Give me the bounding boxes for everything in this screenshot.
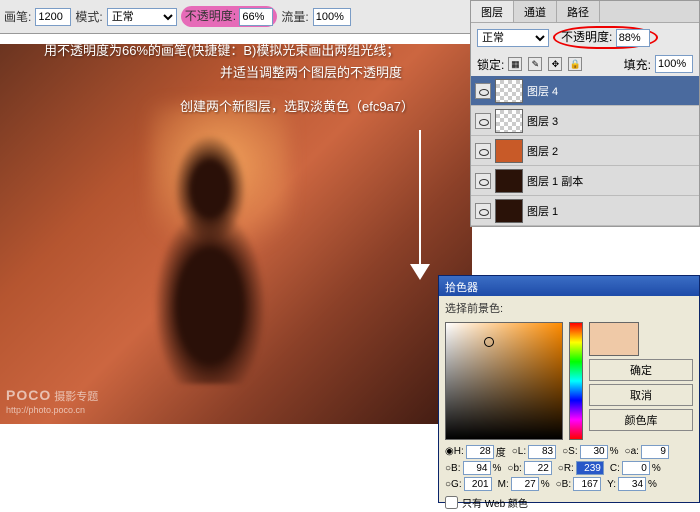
b-input[interactable] [524,461,552,475]
layer-item[interactable]: 图层 2 [471,136,699,166]
layer-opacity-label: 不透明度: [561,30,612,44]
layers-panel: 图层 通道 路径 正常 不透明度: 锁定: ▦ ✎ ✥ 🔒 填充: 图层 4 图… [470,0,700,227]
r-input[interactable] [576,461,604,475]
bb-input[interactable] [573,477,601,491]
layer-opacity-input[interactable] [616,29,650,47]
lock-brush-icon[interactable]: ✎ [528,57,542,71]
layer-name: 图层 3 [527,113,695,129]
annotation-3: 创建两个新图层，选取淡黄色（efc9a7） [180,96,414,115]
layer-item[interactable]: 图层 1 副本 [471,166,699,196]
lock-label: 锁定: [477,56,504,73]
c-input[interactable] [622,461,650,475]
g-label: ○G: [445,479,462,490]
cancel-button[interactable]: 取消 [589,384,693,406]
annotation-2: 并适当调整两个图层的不透明度 [220,62,402,81]
lock-all-icon[interactable]: 🔒 [568,57,582,71]
layer-item[interactable]: 图层 3 [471,106,699,136]
opacity-input[interactable] [239,8,273,26]
arrow-down-icon [410,130,430,280]
layer-name: 图层 1 [527,203,695,219]
layer-item[interactable]: 图层 4 [471,76,699,106]
ok-button[interactable]: 确定 [589,359,693,381]
opacity-label: 不透明度: [185,9,236,23]
s-input[interactable] [580,445,608,459]
layer-thumb [495,169,523,193]
visibility-icon[interactable] [475,83,491,99]
panel-tabs: 图层 通道 路径 [471,1,699,23]
r-label: ○R: [558,463,574,474]
flow-label: 流量: [281,8,308,25]
a-label: ○a: [625,446,639,457]
layer-opacity-highlight: 不透明度: [553,26,658,49]
color-lib-button[interactable]: 颜色库 [589,409,693,431]
color-field[interactable] [445,322,563,440]
b-label: ○b: [507,463,521,474]
bv-label: ○B: [445,463,461,474]
mode-label: 模式: [75,8,102,25]
bb-label: ○B: [556,479,572,490]
dialog-title: 拾色器 [439,276,699,296]
h-input[interactable] [466,445,494,459]
hue-slider[interactable] [569,322,583,440]
lock-icons: ▦ ✎ ✥ 🔒 [508,57,582,71]
l-input[interactable] [528,445,556,459]
visibility-icon[interactable] [475,203,491,219]
layer-item[interactable]: 图层 1 [471,196,699,226]
layer-name: 图层 2 [527,143,695,159]
a-input[interactable] [641,445,669,459]
color-swatch [589,322,639,356]
layer-thumb [495,79,523,103]
g-input[interactable] [464,477,492,491]
l-label: ○L: [512,446,526,457]
layer-thumb [495,109,523,133]
brush-label: 画笔: [4,8,31,25]
annotation-1: 用不透明度为66%的画笔(快捷键：B)模拟光束画出两组光线； [44,40,399,59]
color-picker-dialog: 拾色器 选择前景色: 确定 取消 颜色库 ◉H:度 ○L: ○S:% ○a: ○… [438,275,700,503]
visibility-icon[interactable] [475,113,491,129]
y-label: Y: [607,479,616,490]
tab-channels[interactable]: 通道 [514,1,557,22]
tab-paths[interactable]: 路径 [557,1,600,22]
brush-size-input[interactable] [35,8,71,26]
poco-watermark: POCO 摄影专题 http://photo.poco.cn [6,387,98,416]
flow-input[interactable] [313,8,351,26]
h-label: ◉H: [445,446,464,457]
c-label: C: [610,463,620,474]
color-values: ◉H:度 ○L: ○S:% ○a: ○B:% ○b: ○R: C:% ○G: M… [439,442,699,493]
dialog-subtitle: 选择前景色: [439,296,699,320]
visibility-icon[interactable] [475,173,491,189]
color-cursor-icon [484,337,494,347]
layer-thumb [495,139,523,163]
layer-list: 图层 4 图层 3 图层 2 图层 1 副本 图层 1 [471,76,699,226]
opacity-highlight: 不透明度: [181,6,278,27]
bv-input[interactable] [463,461,491,475]
fill-input[interactable] [655,55,693,73]
tab-layers[interactable]: 图层 [471,1,514,22]
y-input[interactable] [618,477,646,491]
visibility-icon[interactable] [475,143,491,159]
m-input[interactable] [511,477,539,491]
m-label: M: [498,479,509,490]
fill-label: 填充: [624,56,651,73]
lock-move-icon[interactable]: ✥ [548,57,562,71]
layer-name: 图层 4 [527,83,695,99]
layer-blend-select[interactable]: 正常 [477,29,549,47]
portrait-silhouette [120,124,300,384]
layer-name: 图层 1 副本 [527,173,695,189]
blend-mode-select[interactable]: 正常 [107,8,177,26]
lock-transparency-icon[interactable]: ▦ [508,57,522,71]
s-label: ○S: [562,446,578,457]
layer-thumb [495,199,523,223]
